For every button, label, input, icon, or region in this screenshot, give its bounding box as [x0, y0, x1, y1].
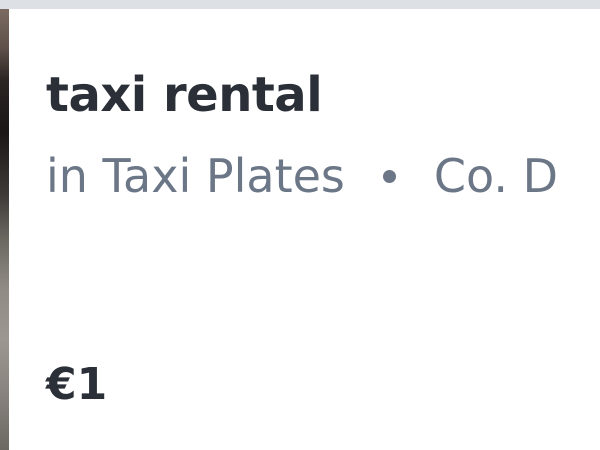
listing-price: €1 — [46, 359, 108, 410]
listing-title[interactable]: taxi rental — [46, 67, 323, 125]
listing-thumbnail-image[interactable] — [0, 9, 9, 450]
listing-card[interactable]: taxi rental in Taxi Plates Co. D €1 — [9, 9, 600, 450]
card-top-border — [0, 0, 600, 9]
listing-category: in Taxi Plates — [46, 148, 345, 203]
listing-location: Co. D — [433, 148, 558, 203]
listing-card-page: taxi rental in Taxi Plates Co. D €1 — [0, 0, 600, 450]
listing-meta: in Taxi Plates Co. D — [46, 146, 558, 216]
separator-dot-icon — [382, 170, 396, 183]
